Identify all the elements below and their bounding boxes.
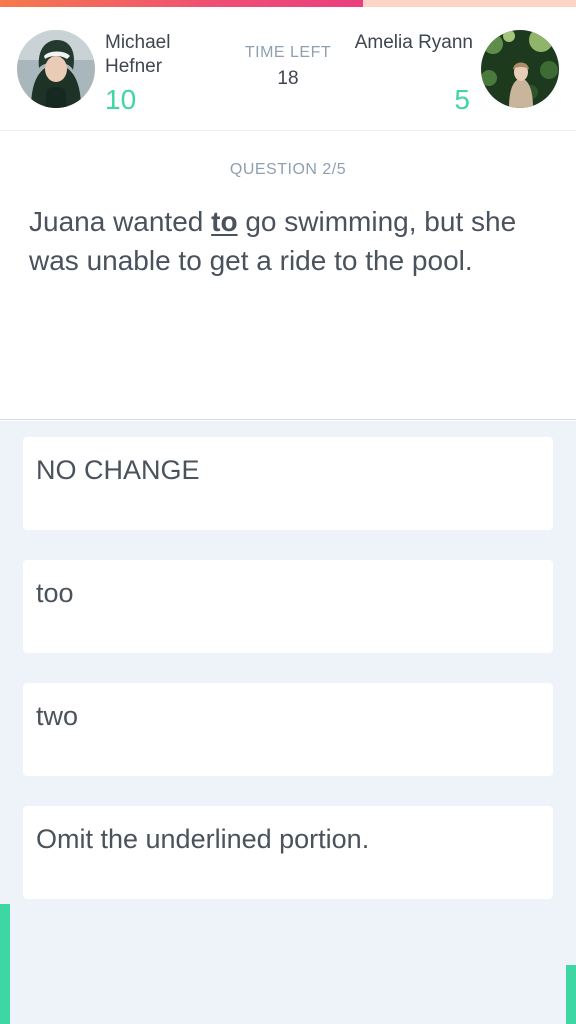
- progress-fill: [0, 0, 363, 7]
- player-right-score: 5: [454, 84, 470, 115]
- answers-panel: NO CHANGE too two Omit the underlined po…: [0, 421, 576, 1024]
- answer-option-label: NO CHANGE: [36, 455, 200, 485]
- game-header: Michael Hefner 10 TIME LEFT 18 Amelia Ry…: [0, 7, 576, 131]
- player-right-progress-bar: [566, 965, 576, 1024]
- answer-option-3[interactable]: two: [23, 683, 553, 776]
- player-right-name: Amelia Ryann: [354, 32, 473, 53]
- answer-option-label: two: [36, 701, 79, 731]
- answer-option-2[interactable]: too: [23, 560, 553, 653]
- question-number: QUESTION 2/5: [229, 161, 347, 178]
- question-underlined-word: to: [211, 206, 238, 237]
- question-text-before: Juana wanted: [29, 206, 212, 237]
- progress-bar: [0, 0, 576, 7]
- answer-option-label: too: [36, 578, 74, 608]
- player-left-score: 10: [105, 84, 137, 115]
- player-left-name: Michael Hefner: [105, 32, 171, 77]
- player-left-photo: [17, 30, 95, 108]
- timer-value: 18: [277, 68, 299, 89]
- answer-option-label: Omit the underlined portion.: [36, 824, 370, 854]
- player-left-avatar: [17, 30, 95, 108]
- question-panel: QUESTION 2/5 Juana wanted to go swimming…: [0, 132, 576, 420]
- player-right-avatar: [481, 30, 559, 108]
- player-right-photo: [481, 30, 559, 108]
- player-left-progress-bar: [0, 904, 10, 1024]
- question-text: Juana wanted to go swimming, but she was…: [29, 202, 549, 280]
- answer-option-1[interactable]: NO CHANGE: [23, 437, 553, 530]
- answer-option-4[interactable]: Omit the underlined portion.: [23, 806, 553, 899]
